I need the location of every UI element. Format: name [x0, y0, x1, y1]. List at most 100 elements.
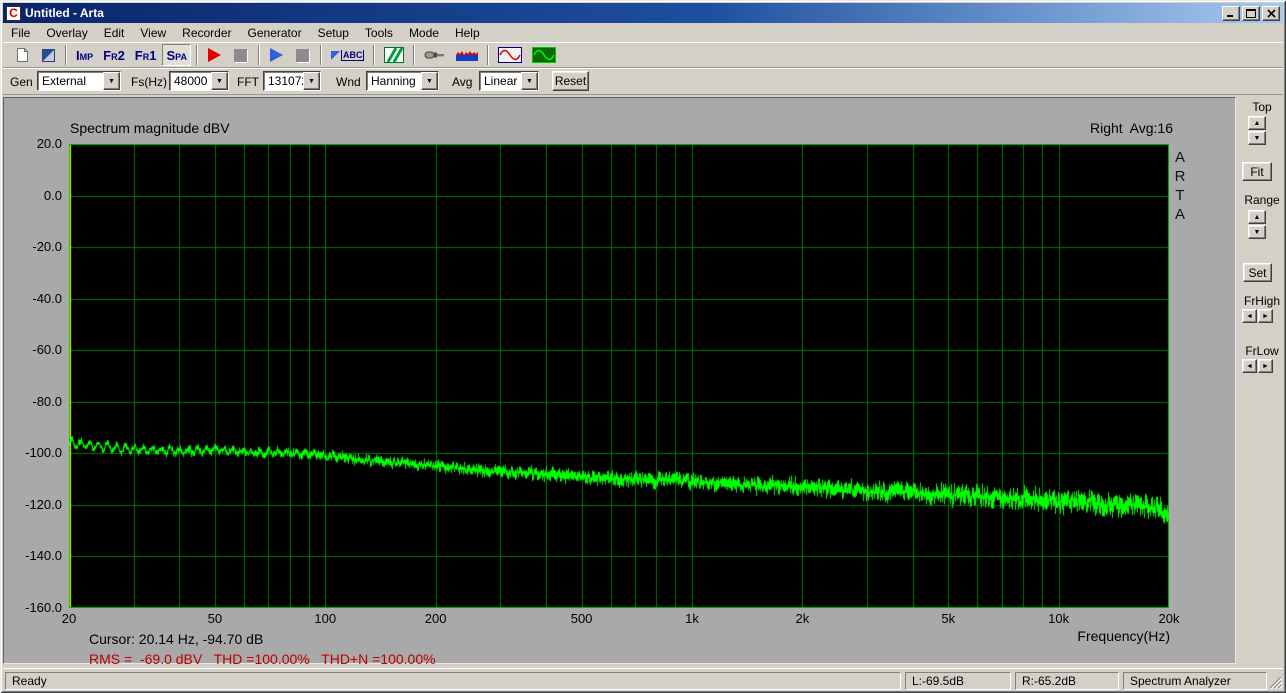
chevron-down-icon[interactable]: ▼: [211, 72, 228, 90]
thd-vs-freq-button[interactable]: [494, 44, 526, 66]
y-tick-label: -80.0: [32, 393, 62, 409]
x-tick-label: 50: [207, 611, 223, 626]
gen-label: Gen: [10, 75, 33, 89]
frhigh-increase-button[interactable]: ►: [1258, 309, 1273, 323]
chevron-down-icon[interactable]: ▼: [103, 72, 120, 90]
menu-generator[interactable]: Generator: [240, 24, 310, 42]
oscilloscope-button[interactable]: [528, 44, 560, 66]
labels-button[interactable]: ABC: [327, 44, 369, 66]
top-label: Top: [1252, 100, 1272, 114]
app-icon[interactable]: C: [6, 5, 21, 21]
impulse-mode-button[interactable]: Imp: [72, 44, 97, 66]
frlow-decrease-button[interactable]: ◄: [1242, 359, 1257, 373]
window-title: Untitled - Arta: [25, 6, 104, 20]
menu-mode[interactable]: Mode: [401, 24, 447, 42]
x-axis-title: Frequency(Hz): [1077, 628, 1170, 644]
arrow-left-icon: ◄: [1246, 362, 1253, 370]
stop-icon: [296, 48, 310, 62]
spectrum-plot[interactable]: [69, 144, 1169, 608]
menu-view[interactable]: View: [132, 24, 174, 42]
fs-label: Fs(Hz): [131, 75, 167, 89]
title-bar[interactable]: C Untitled - Arta: [3, 3, 1283, 23]
reset-button[interactable]: Reset: [552, 71, 589, 91]
spectrum-scaling-button[interactable]: [452, 44, 482, 66]
x-tick-label: 5k: [941, 611, 956, 626]
close-icon: [1266, 8, 1276, 18]
menu-help[interactable]: Help: [447, 24, 488, 42]
left-level-indicator: L:-69.5dB: [905, 672, 1011, 690]
close-button[interactable]: [1262, 5, 1280, 21]
x-tick-label: 1k: [685, 611, 699, 626]
fit-button[interactable]: Fit: [1242, 162, 1272, 181]
microphone-plug-icon: [424, 51, 445, 59]
record-stop-button[interactable]: [229, 44, 253, 66]
chart-title: Spectrum magnitude dBV: [70, 120, 230, 136]
rms-readout: RMS = -69.0 dBV THD =100.00% THD+N =100.…: [89, 651, 436, 667]
arrow-left-icon: ◄: [1246, 312, 1253, 320]
flag-icon: [330, 50, 340, 60]
y-tick-label: -140.0: [25, 548, 62, 564]
generator-stop-button[interactable]: [291, 44, 315, 66]
diagonal-stripes-icon: [384, 47, 405, 63]
generator-play-icon: [270, 48, 284, 62]
fft-size-select[interactable]: 131072 ▼: [263, 71, 321, 91]
frhigh-decrease-button[interactable]: ◄: [1242, 309, 1257, 323]
arrow-right-icon: ►: [1262, 362, 1269, 370]
arrow-down-icon: ▼: [1253, 134, 1261, 142]
y-tick-label: 20.0: [36, 136, 62, 151]
top-up-button[interactable]: ▲: [1248, 116, 1266, 130]
set-button[interactable]: Set: [1243, 263, 1272, 282]
main-toolbar: Imp Fr2 Fr1 Spa ABC: [3, 42, 1283, 68]
menu-tools[interactable]: Tools: [357, 24, 401, 42]
chevron-down-icon[interactable]: ▼: [521, 72, 538, 90]
abc-icon: ABC: [340, 49, 365, 61]
signal-record-button[interactable]: [380, 44, 408, 66]
record-play-icon: [208, 48, 222, 62]
menu-edit[interactable]: Edit: [96, 24, 133, 42]
sample-rate-value: 48000: [174, 74, 208, 88]
chevron-down-icon[interactable]: ▼: [303, 72, 320, 90]
fr2-mode-button[interactable]: Fr2: [99, 44, 129, 66]
arrow-up-icon: ▲: [1253, 213, 1261, 221]
toolbar-separator: [65, 45, 67, 65]
frhigh-label: FrHigh: [1243, 294, 1280, 308]
new-document-icon: [16, 48, 28, 62]
menu-setup[interactable]: Setup: [310, 24, 357, 42]
sample-rate-select[interactable]: 48000 ▼: [169, 71, 229, 91]
range-down-button[interactable]: ▼: [1248, 225, 1266, 239]
minimize-button[interactable]: [1222, 5, 1240, 21]
toolbar-separator: [195, 45, 198, 65]
toolbar-separator: [257, 45, 260, 65]
frlow-increase-button[interactable]: ►: [1258, 359, 1273, 373]
stop-icon: [234, 48, 248, 62]
range-label: Range: [1244, 193, 1280, 207]
y-tick-label: -100.0: [25, 445, 62, 461]
arrow-down-icon: ▼: [1253, 228, 1261, 236]
new-file-button[interactable]: [10, 44, 34, 66]
record-button[interactable]: [203, 44, 227, 66]
chevron-down-icon[interactable]: ▼: [421, 72, 438, 90]
generator-value: External: [42, 74, 87, 88]
avg-label: Avg: [452, 75, 473, 89]
range-up-button[interactable]: ▲: [1248, 210, 1266, 224]
window-select[interactable]: Hanning ▼: [366, 71, 439, 91]
menu-overlay[interactable]: Overlay: [38, 24, 95, 42]
mode-indicator: Spectrum Analyzer: [1123, 672, 1267, 690]
averaging-select[interactable]: Linear ▼: [479, 71, 539, 91]
generator-start-button[interactable]: [265, 44, 289, 66]
maximize-icon: [1246, 8, 1256, 18]
menu-recorder[interactable]: Recorder: [174, 24, 239, 42]
calibration-button[interactable]: [420, 44, 450, 66]
resize-grip[interactable]: [1268, 675, 1282, 689]
fr1-mode-button[interactable]: Fr1: [131, 44, 161, 66]
maximize-button[interactable]: [1242, 5, 1260, 21]
top-down-button[interactable]: ▼: [1248, 131, 1266, 145]
frlow-label: FrLow: [1245, 344, 1279, 358]
menu-file[interactable]: File: [3, 24, 38, 42]
y-tick-label: -40.0: [32, 290, 62, 306]
overlay-button[interactable]: [36, 44, 60, 66]
spa-mode-button[interactable]: Spa: [162, 44, 191, 66]
y-tick-label: -120.0: [25, 496, 62, 512]
y-tick-label: -60.0: [32, 342, 62, 358]
generator-select[interactable]: External ▼: [37, 71, 121, 91]
